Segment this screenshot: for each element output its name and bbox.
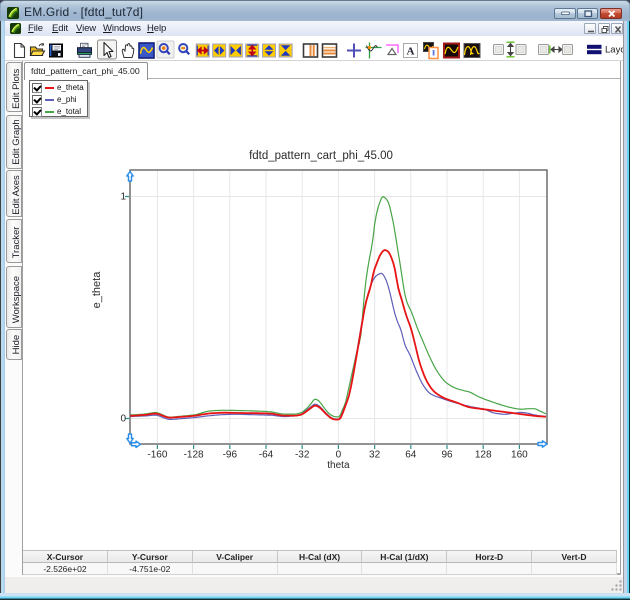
svg-text:-96: -96	[223, 450, 238, 461]
svg-text:-32: -32	[295, 450, 310, 461]
svg-text:-64: -64	[259, 450, 274, 461]
svg-text:theta: theta	[327, 460, 350, 471]
svg-text:fdtd_pattern_cart_phi_45.00: fdtd_pattern_cart_phi_45.00	[249, 150, 393, 162]
svg-text:1: 1	[120, 192, 126, 203]
svg-text:64: 64	[405, 450, 417, 461]
svg-text:160: 160	[511, 450, 528, 461]
svg-text:32: 32	[369, 450, 381, 461]
svg-text:0: 0	[120, 414, 126, 425]
svg-text:-160: -160	[147, 450, 167, 461]
svg-text:0: 0	[336, 450, 342, 461]
svg-text:128: 128	[475, 450, 492, 461]
svg-text:e_theta: e_theta	[91, 271, 103, 309]
svg-text:-128: -128	[184, 450, 204, 461]
svg-text:96: 96	[441, 450, 453, 461]
